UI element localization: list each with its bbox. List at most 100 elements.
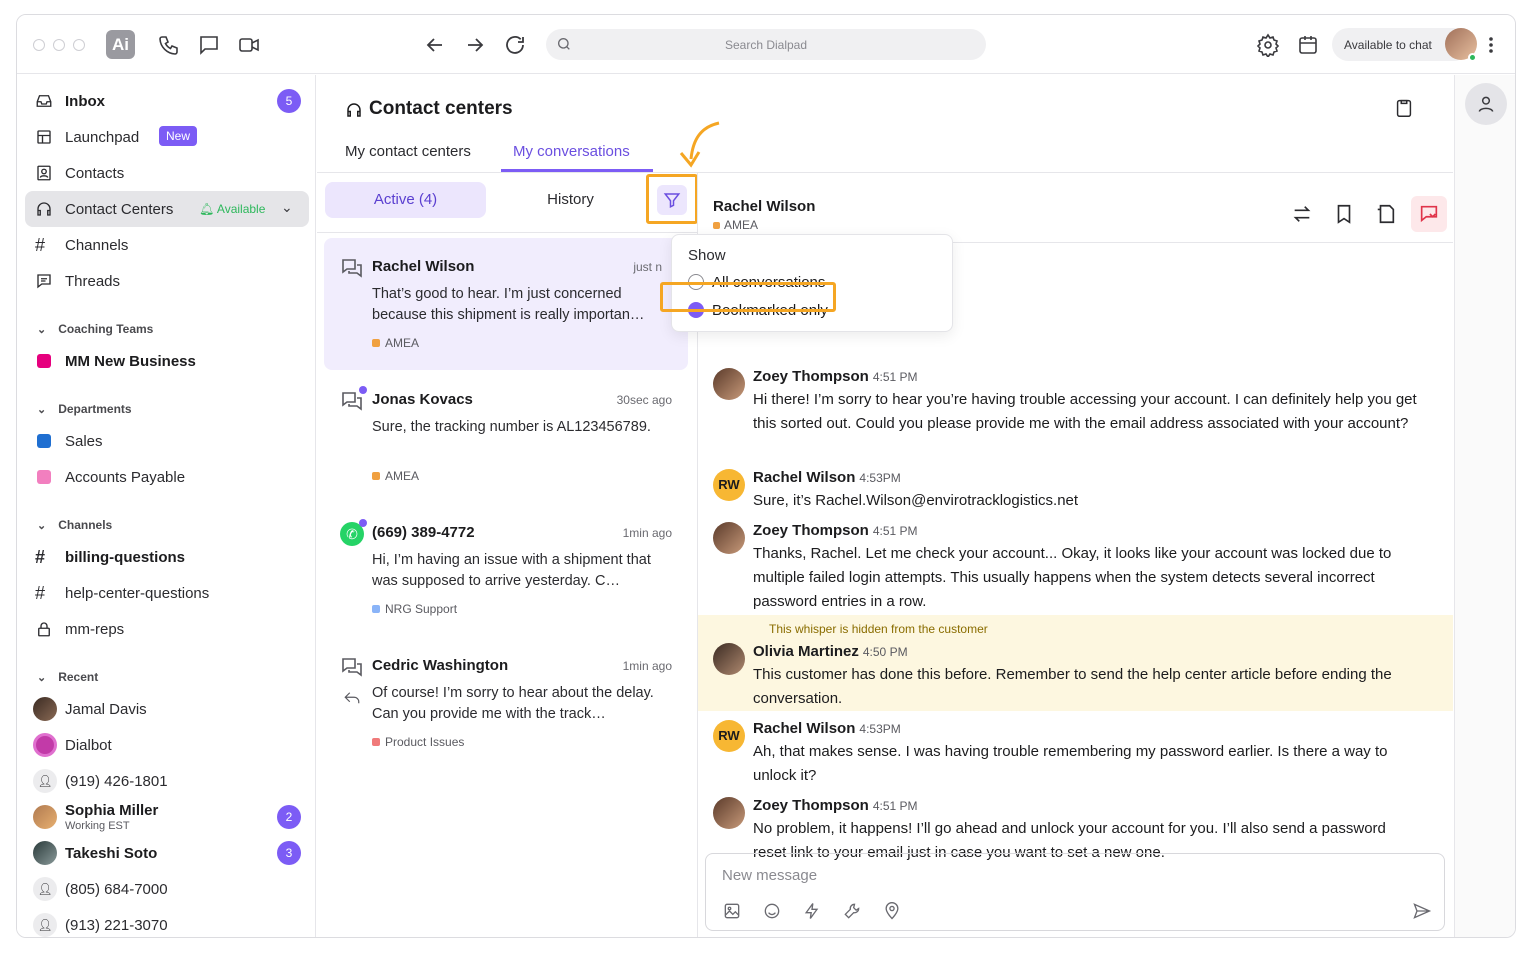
- video-icon[interactable]: [237, 33, 261, 57]
- page-header: Contact centers My contact centers My co…: [317, 75, 1453, 173]
- sidebar-item-label: billing-questions: [65, 549, 185, 566]
- clipboard-icon[interactable]: [1393, 97, 1415, 119]
- send-icon[interactable]: [1412, 901, 1432, 921]
- message-composer[interactable]: New message: [705, 853, 1445, 931]
- document-icon[interactable]: [1375, 203, 1397, 225]
- sidebar-item-threads[interactable]: Threads: [25, 263, 309, 299]
- sidebar-item-phone-9194261801[interactable]: 👤︎ (919) 426-1801: [25, 763, 309, 799]
- avatar: RW: [713, 720, 745, 752]
- section-header-coaching[interactable]: ⌄ Coaching Teams: [37, 322, 153, 336]
- sidebar-item-phone-8056847000[interactable]: 👤︎ (805) 684-7000: [25, 871, 309, 907]
- headset-icon: [347, 103, 361, 117]
- sidebar-item-inbox[interactable]: Inbox 5: [25, 83, 309, 119]
- sidebar-item-label: Sophia Miller: [65, 802, 159, 819]
- conversation-time: 1min ago: [622, 659, 672, 673]
- chat-message-whisper: Olivia Martinez 4:50 PM This customer has…: [713, 643, 1453, 709]
- sidebar-item-label: Channels: [65, 237, 129, 254]
- bookmarked-highlight-box: [660, 282, 836, 312]
- sidebar-item-phone-9132213070[interactable]: 👤︎ (913) 221-3070: [25, 907, 309, 937]
- conversation-item[interactable]: Cedric Washington 1min ago Of course! I’…: [324, 637, 688, 769]
- sidebar-item-launchpad[interactable]: Launchpad New: [25, 119, 309, 155]
- whisper-label: This whisper is hidden from the customer: [769, 622, 988, 636]
- sidebar-item-contact-centers[interactable]: Contact Centers 🔔︎ Available ⌄: [25, 191, 309, 227]
- window-zoom-dot[interactable]: [73, 39, 85, 51]
- sidebar-item-channels[interactable]: # Channels: [25, 227, 309, 263]
- active-tab-underline: [501, 169, 653, 172]
- sidebar-item-accounts-payable[interactable]: Accounts Payable: [25, 459, 309, 495]
- lock-icon: [38, 622, 50, 637]
- sidebar-item-label: mm-reps: [65, 621, 125, 638]
- avatar: [713, 522, 745, 554]
- sidebar-item-label: Inbox: [65, 93, 105, 110]
- reply-icon: [344, 692, 360, 704]
- avatar: [713, 643, 745, 675]
- section-header-channels[interactable]: ⌄ Channels: [37, 518, 112, 532]
- chevron-down-icon[interactable]: ⌄: [281, 199, 293, 216]
- person-icon: 👤︎: [33, 913, 57, 937]
- sidebar-item-label: Launchpad: [65, 129, 140, 146]
- transfer-icon[interactable]: [1291, 203, 1313, 225]
- message-icon[interactable]: [197, 33, 221, 57]
- conversation-item[interactable]: Jonas Kovacs 30sec ago Sure, the trackin…: [324, 371, 688, 503]
- sidebar-item-takeshi-soto[interactable]: Takeshi Soto 3: [25, 835, 309, 871]
- section-header-departments[interactable]: ⌄ Departments: [37, 402, 132, 416]
- person-icon: [1478, 96, 1494, 112]
- inbox-count-badge: 5: [277, 89, 301, 113]
- window-close-dot[interactable]: [33, 39, 45, 51]
- sidebar-item-label: (805) 684-7000: [65, 881, 168, 898]
- status-label: Available to chat: [1344, 38, 1432, 52]
- tab-my-contact-centers[interactable]: My contact centers: [345, 143, 471, 160]
- sidebar-item-contacts[interactable]: Contacts: [25, 155, 309, 191]
- conversation-preview: Sure, the tracking number is AL123456789…: [372, 419, 651, 435]
- conversation-tag: AMEA: [372, 336, 419, 350]
- sidebar-item-help-center-questions[interactable]: # help-center-questions: [25, 575, 309, 611]
- image-icon[interactable]: [722, 901, 742, 921]
- conversation-tag: Product Issues: [372, 735, 464, 749]
- section-header-recent[interactable]: ⌄ Recent: [37, 670, 98, 684]
- availability-status: 🔔︎ Available: [199, 202, 266, 216]
- window-minimize-dot[interactable]: [53, 39, 65, 51]
- conversation-preview: Of course! I’m sorry to hear about the d…: [372, 685, 654, 722]
- sidebar-item-mm-new-business[interactable]: MM New Business: [25, 343, 309, 379]
- search-input[interactable]: Search Dialpad: [546, 29, 986, 60]
- conversation-item[interactable]: ✆ (669) 389-4772 1min ago Hi, I’m having…: [324, 504, 688, 636]
- sidebar-item-label: Contact Centers: [65, 201, 174, 218]
- chevron-down-icon: ⌄: [37, 520, 47, 532]
- sidebar-item-dialbot[interactable]: Dialbot: [25, 727, 309, 763]
- sidebar-item-billing-questions[interactable]: # billing-questions: [25, 539, 309, 575]
- title-bar: Ai Search Dialpad Available to chat: [17, 15, 1515, 74]
- filter-history-button[interactable]: History: [490, 182, 651, 218]
- wrench-icon[interactable]: [842, 901, 862, 921]
- lightning-icon[interactable]: [802, 901, 822, 921]
- sidebar-item-sales[interactable]: Sales: [25, 423, 309, 459]
- bookmark-icon[interactable]: [1333, 203, 1355, 225]
- message-author: Rachel Wilson 4:53PM: [753, 469, 901, 486]
- end-conversation-button[interactable]: [1411, 196, 1447, 232]
- forward-arrow-icon[interactable]: [463, 33, 487, 57]
- back-arrow-icon[interactable]: [423, 33, 447, 57]
- avatar: [33, 697, 57, 721]
- tag-color-swatch: [372, 605, 380, 613]
- inbox-icon: [36, 95, 52, 107]
- refresh-icon[interactable]: [503, 33, 527, 57]
- profile-button[interactable]: [1465, 83, 1507, 125]
- emoji-icon[interactable]: [762, 901, 782, 921]
- message-text: This customer has done this before. Reme…: [753, 666, 1392, 707]
- calendar-icon[interactable]: [1296, 33, 1320, 57]
- sidebar-item-mm-reps[interactable]: mm-reps: [25, 611, 309, 647]
- dialpad-logo[interactable]: Ai: [106, 30, 135, 59]
- conversation-item[interactable]: Rachel Wilson just n That’s good to hear…: [324, 238, 688, 370]
- phone-icon[interactable]: [157, 33, 181, 57]
- filter-active-button[interactable]: Active (4): [325, 182, 486, 218]
- chevron-down-icon: ⌄: [37, 404, 47, 416]
- chat-message: RW Rachel Wilson 4:53PM Sure, it’s Rachel…: [713, 469, 1453, 513]
- location-pin-icon[interactable]: [882, 901, 902, 921]
- conversation-time: 1min ago: [622, 526, 672, 540]
- conversation-tag: NRG Support: [372, 602, 457, 616]
- sidebar-item-sophia-miller[interactable]: Sophia Miller Working EST 2: [25, 799, 309, 839]
- gear-icon[interactable]: [1256, 33, 1280, 59]
- tab-my-conversations[interactable]: My conversations: [513, 143, 630, 160]
- sidebar-item-jamal-davis[interactable]: Jamal Davis: [25, 691, 309, 727]
- message-author: Zoey Thompson 4:51 PM: [753, 368, 918, 385]
- more-vertical-icon[interactable]: [1479, 33, 1493, 57]
